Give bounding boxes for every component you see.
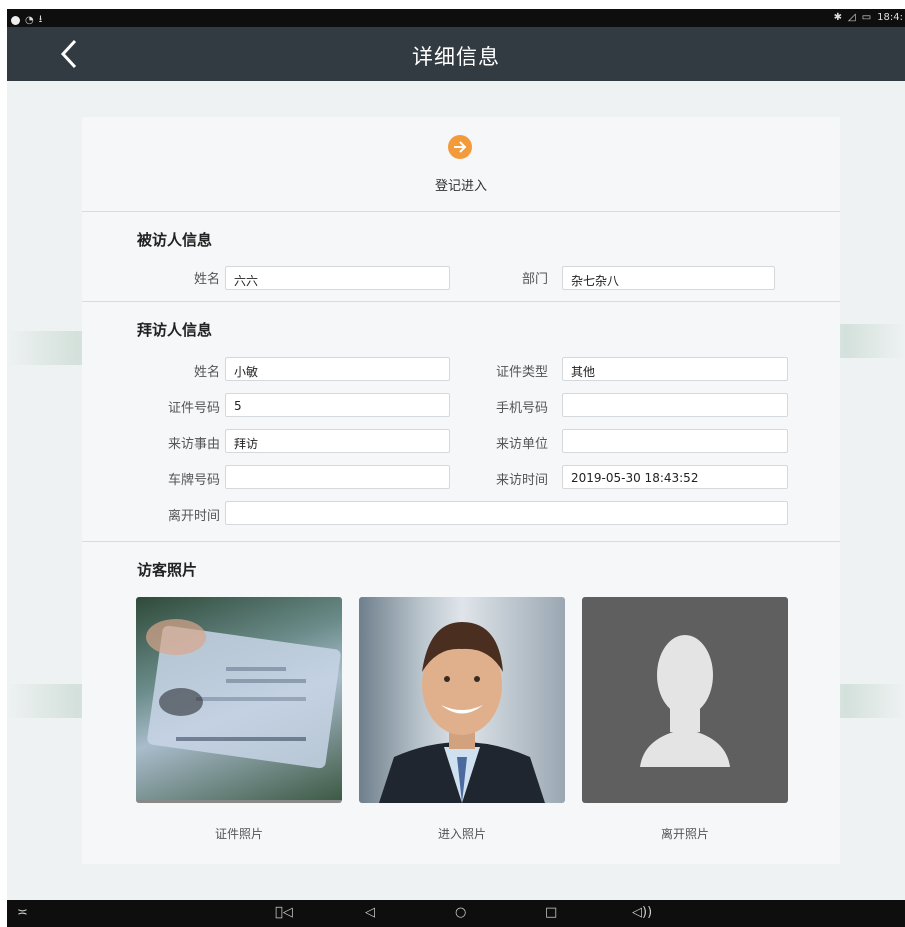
visit-time-label: 来访时间: [495, 473, 548, 488]
back-nav-icon[interactable]: ◁: [365, 905, 375, 920]
visitor-org-label: 来访单位: [495, 437, 548, 452]
divider: [82, 301, 840, 302]
id-number-field[interactable]: 5: [225, 393, 450, 417]
plate-number-label: 车牌号码: [167, 473, 220, 488]
leave-time-label: 离开时间: [167, 509, 220, 524]
visit-reason-field[interactable]: 拜访: [225, 429, 450, 453]
visitor-name-field[interactable]: 小敏: [225, 357, 450, 381]
entry-photo-caption: 进入照片: [437, 827, 486, 841]
title-bar: 详细信息: [7, 27, 905, 81]
visitor-org-field[interactable]: [562, 429, 788, 453]
visit-time-field[interactable]: 2019-05-30 18:43:52: [562, 465, 788, 489]
visitor-section-title: 拜访人信息: [137, 321, 213, 339]
page-title: 详细信息: [412, 45, 500, 69]
signal-icon: ◿: [848, 12, 856, 23]
volume-down-icon[interactable]: ◁ׅ: [275, 905, 293, 920]
id-type-label: 证件类型: [495, 365, 548, 380]
app-screen: ◔ ⭳ ✱ ◿ ▭ 18:4: 详细信息 登记进入 被访人信息 姓名 六六 部门…: [7, 9, 905, 927]
leave-photo[interactable]: [582, 597, 788, 803]
home-icon[interactable]: ○: [455, 905, 466, 920]
cast-icon: ▭: [861, 12, 872, 23]
collapse-icon[interactable]: ≍: [17, 905, 28, 920]
phone-field[interactable]: [562, 393, 788, 417]
visitee-dept-field[interactable]: 杂七杂八: [562, 266, 775, 290]
register-entry-action[interactable]: 登记进入: [82, 117, 840, 211]
visitor-name-label: 姓名: [193, 365, 220, 380]
arrow-right-circle-icon[interactable]: [448, 135, 472, 159]
id-card-image: [146, 619, 341, 769]
recents-icon[interactable]: □: [545, 905, 557, 920]
photos-section-title: 访客照片: [137, 561, 198, 579]
divider: [82, 541, 840, 542]
id-photo-caption: 证件照片: [214, 827, 263, 841]
wifi-icon: ◔: [25, 15, 34, 26]
visitee-dept-label: 部门: [521, 272, 548, 287]
id-number-label: 证件号码: [167, 401, 220, 416]
clock: 18:4:: [877, 12, 903, 23]
detail-card: 登记进入 被访人信息 姓名 六六 部门 杂七杂八 拜访人信息 姓名 小敏 证件类…: [82, 117, 840, 864]
navigation-bar: ≍ ◁ׅ ◁ ○ □ ◁)): [7, 900, 905, 927]
id-card-photo[interactable]: [136, 597, 342, 803]
leave-time-field[interactable]: [225, 501, 788, 525]
visitee-name-field[interactable]: 六六: [225, 266, 450, 290]
volume-up-icon[interactable]: ◁)): [632, 905, 652, 920]
visitee-section-title: 被访人信息: [137, 231, 213, 249]
visit-reason-label: 来访事由: [167, 437, 220, 452]
plate-number-field[interactable]: [225, 465, 450, 489]
id-type-field[interactable]: 其他: [562, 357, 788, 381]
visitee-name-label: 姓名: [193, 272, 220, 287]
phone-label: 手机号码: [495, 401, 548, 416]
person-silhouette-icon: [640, 635, 730, 767]
leave-photo-caption: 离开照片: [660, 827, 709, 841]
divider: [82, 211, 840, 212]
entry-photo[interactable]: [359, 597, 565, 803]
bluetooth-icon: ✱: [833, 12, 843, 23]
notification-dot-icon: [11, 16, 20, 25]
register-entry-label[interactable]: 登记进入: [82, 175, 840, 194]
entry-person-image: [379, 622, 545, 803]
status-bar: ◔ ⭳ ✱ ◿ ▭ 18:4:: [7, 9, 905, 27]
